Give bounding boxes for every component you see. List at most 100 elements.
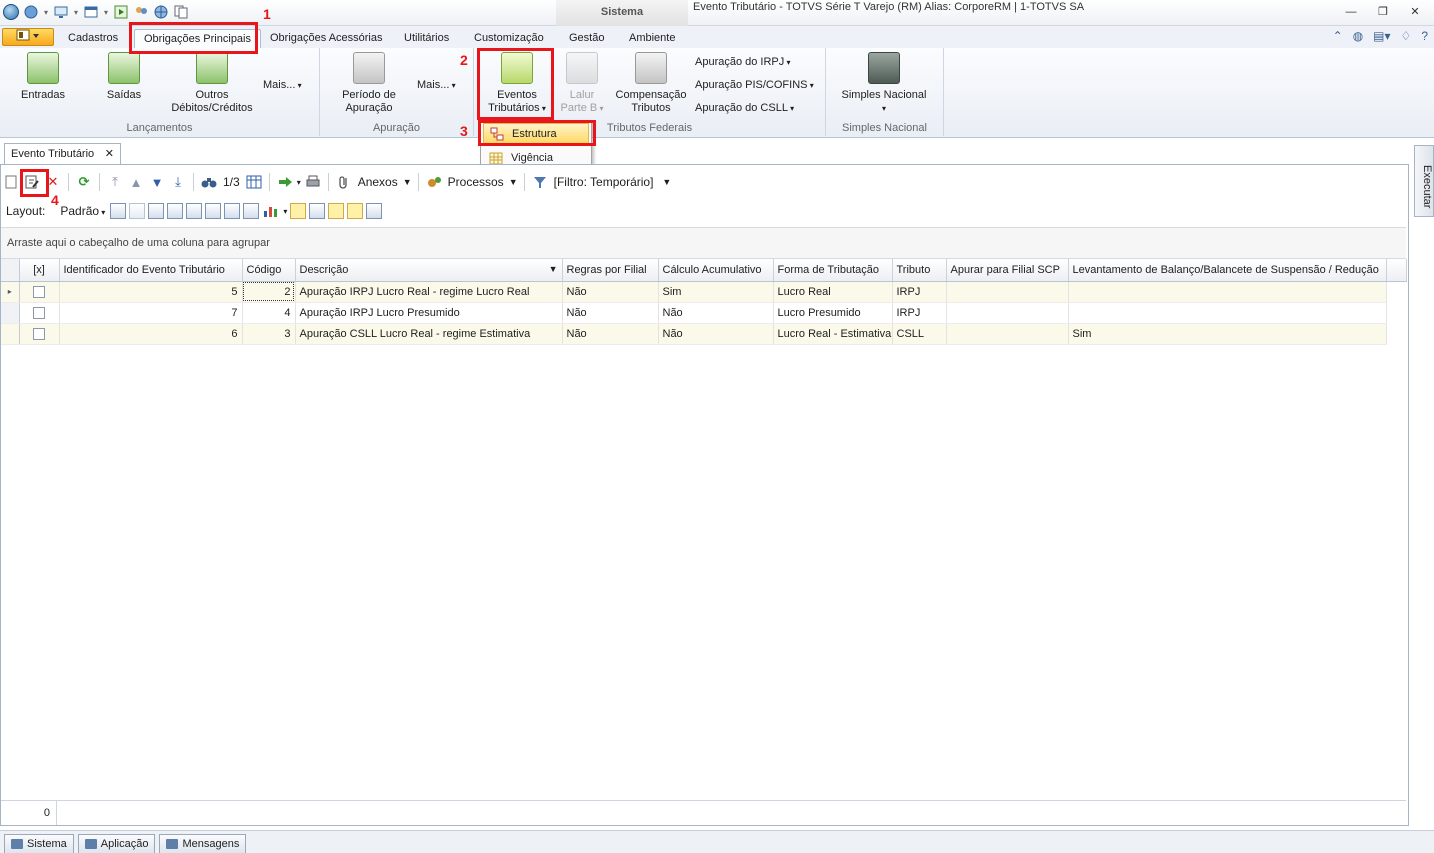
play-icon[interactable] — [112, 3, 130, 21]
tab-utilitarios[interactable]: Utilitários — [395, 29, 458, 48]
periodo-apuracao-button[interactable]: Período de Apuração — [334, 52, 404, 115]
close-tab-icon[interactable]: ✕ — [105, 144, 114, 165]
cell-levantamento-balanco[interactable] — [1068, 281, 1387, 303]
cell-codigo[interactable]: 4 — [242, 302, 296, 324]
view-toggle-1-icon[interactable] — [290, 203, 307, 219]
column-header-forma-de-tributacao[interactable]: Forma de Tributação — [773, 259, 893, 282]
table-row[interactable]: 7 4 Apuração IRPJ Lucro Presumido Não Nã… — [1, 302, 1406, 324]
row-checkbox[interactable] — [19, 323, 60, 345]
cell-descricao[interactable]: Apuração IRPJ Lucro Real - regime Lucro … — [295, 281, 563, 303]
globe-icon[interactable] — [22, 3, 40, 21]
layout-list-icon[interactable] — [148, 203, 165, 219]
delete-icon[interactable]: ✕ — [44, 173, 62, 191]
first-record-icon[interactable]: ⤒ — [106, 173, 124, 191]
next-record-icon[interactable]: ▼ — [148, 173, 166, 191]
cell-identificador[interactable]: 5 — [59, 281, 243, 303]
cell-levantamento-balanco[interactable] — [1068, 302, 1387, 324]
cell-levantamento-balanco[interactable]: Sim — [1068, 323, 1387, 345]
cell-forma-de-tributacao[interactable]: Lucro Real - Estimativa — [773, 323, 893, 345]
print-icon[interactable] — [304, 173, 322, 191]
tab-cadastros[interactable]: Cadastros — [59, 29, 127, 48]
column-header-codigo[interactable]: Código — [242, 259, 296, 282]
status-button-sistema[interactable]: Sistema — [4, 834, 74, 853]
last-record-icon[interactable]: ⤓ — [169, 173, 187, 191]
sum-icon[interactable] — [224, 203, 241, 219]
minimize-button[interactable]: — — [1342, 4, 1360, 20]
lancamentos-mais-button[interactable]: Mais... — [263, 79, 302, 91]
group-by-area[interactable]: Arraste aqui o cabeçalho de uma coluna p… — [1, 227, 1406, 259]
apuracao-pis-cofins-button[interactable]: Apuração PIS/COFINS — [695, 79, 814, 91]
chevron-down-icon[interactable]: ▼ — [403, 177, 412, 187]
cell-apurar-filial-scp[interactable] — [946, 302, 1069, 324]
chevron-down-icon[interactable]: ▼ — [549, 264, 558, 274]
view-toggle-2-icon[interactable] — [309, 203, 326, 219]
column-header-calculo-acumulativo[interactable]: Cálculo Acumulativo — [658, 259, 774, 282]
layout-import-icon[interactable] — [167, 203, 184, 219]
chevron-down-icon[interactable]: ▼ — [662, 177, 671, 187]
cell-apurar-filial-scp[interactable] — [946, 323, 1069, 345]
cell-descricao[interactable]: Apuração CSLL Lucro Real - regime Estima… — [295, 323, 563, 345]
tab-customizacao[interactable]: Customização — [465, 29, 553, 48]
layout-icon[interactable]: ▤▾ — [1373, 29, 1390, 43]
status-button-aplicacao[interactable]: Aplicação — [77, 834, 156, 853]
layout-preset-selector[interactable]: Padrão — [58, 204, 107, 218]
cell-calculo-acumulativo[interactable]: Sim — [658, 281, 774, 303]
cell-identificador[interactable]: 6 — [59, 323, 243, 345]
cell-regras-por-filial[interactable]: Não — [562, 302, 659, 324]
cell-tributo[interactable]: IRPJ — [892, 302, 947, 324]
layout-save-icon[interactable] — [110, 203, 127, 219]
column-chooser-icon[interactable] — [205, 203, 222, 219]
binoculars-icon[interactable] — [200, 173, 218, 191]
cell-regras-por-filial[interactable]: Não — [562, 323, 659, 345]
document-tab-evento-tributario[interactable]: Evento Tributário ✕ — [4, 143, 121, 165]
export-icon[interactable] — [276, 173, 294, 191]
window-icon[interactable] — [82, 3, 100, 21]
cell-descricao[interactable]: Apuração IRPJ Lucro Presumido — [295, 302, 563, 324]
cell-tributo[interactable]: IRPJ — [892, 281, 947, 303]
previous-record-icon[interactable]: ▲ — [127, 173, 145, 191]
apuracao-irpj-button[interactable]: Apuração do IRPJ — [695, 56, 791, 68]
chevron-down-icon[interactable]: ▾ — [283, 207, 287, 216]
filter-selector[interactable]: [Filtro: Temporário] — [552, 175, 656, 189]
status-button-mensagens[interactable]: Mensagens — [159, 834, 247, 853]
refresh-icon[interactable]: ⟳ — [75, 173, 93, 191]
tab-gestao[interactable]: Gestão — [560, 29, 613, 48]
column-header-regras-por-filial[interactable]: Regras por Filial — [562, 259, 659, 282]
monitor-icon[interactable] — [52, 3, 70, 21]
executar-side-panel[interactable]: Executar — [1414, 145, 1434, 217]
view-toggle-4-icon[interactable] — [347, 203, 364, 219]
cell-forma-de-tributacao[interactable]: Lucro Real — [773, 281, 893, 303]
cell-calculo-acumulativo[interactable]: Não — [658, 302, 774, 324]
compensacao-tributos-button[interactable]: Compensação Tributos — [614, 52, 688, 115]
menu-item-estrutura[interactable]: Estrutura — [483, 123, 589, 145]
tab-obrigacoes-principais[interactable]: Obrigações Principais — [134, 29, 261, 48]
simples-nacional-button[interactable]: Simples Nacional ▾ — [832, 52, 936, 115]
cell-apurar-filial-scp[interactable] — [946, 281, 1069, 303]
tab-ambiente[interactable]: Ambiente — [620, 29, 684, 48]
eventos-tributarios-button[interactable]: Eventos Tributários — [482, 52, 552, 115]
layout-export-icon[interactable] — [186, 203, 203, 219]
select-all-header[interactable]: [x] — [19, 259, 60, 282]
anexos-button[interactable]: Anexos — [356, 175, 400, 189]
table-row[interactable]: ▸ 5 2 Apuração IRPJ Lucro Real - regime … — [1, 281, 1406, 303]
calendar-grid-icon[interactable] — [245, 173, 263, 191]
cell-calculo-acumulativo[interactable]: Não — [658, 323, 774, 345]
cell-identificador[interactable]: 7 — [59, 302, 243, 324]
font-icon[interactable] — [366, 203, 383, 219]
chart-icon[interactable] — [262, 202, 280, 220]
column-header-apurar-filial-scp[interactable]: Apurar para Filial SCP — [946, 259, 1069, 282]
copy-icon[interactable] — [172, 3, 190, 21]
lightbulb-icon[interactable]: ♢ — [1401, 29, 1412, 43]
cell-codigo[interactable]: 3 — [242, 323, 296, 345]
row-checkbox[interactable] — [19, 281, 60, 303]
column-header-tributo[interactable]: Tributo — [892, 259, 947, 282]
chevron-down-icon[interactable]: ▼ — [509, 177, 518, 187]
apuracao-mais-button[interactable]: Mais... — [417, 79, 456, 91]
column-header-descricao[interactable]: Descrição ▼ — [295, 259, 563, 282]
cell-forma-de-tributacao[interactable]: Lucro Presumido — [773, 302, 893, 324]
lalur-parte-b-button[interactable]: Lalur Parte B — [556, 52, 608, 115]
apuracao-csll-button[interactable]: Apuração do CSLL — [695, 102, 794, 114]
edit-record-icon[interactable] — [23, 173, 41, 191]
outros-debitos-creditos-button[interactable]: Outros Débitos/Créditos — [166, 52, 258, 115]
entradas-button[interactable]: Entradas — [14, 52, 72, 102]
